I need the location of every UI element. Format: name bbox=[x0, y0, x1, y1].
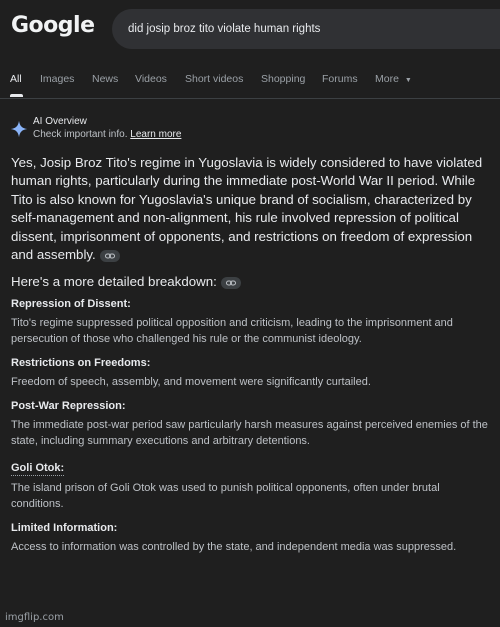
active-tab-indicator bbox=[10, 94, 23, 97]
section-title: Limited Information: bbox=[11, 522, 118, 535]
footer-bar bbox=[0, 604, 500, 627]
section-body: The island prison of Goli Otok was used … bbox=[11, 482, 440, 511]
ai-overview-note: Check important info. bbox=[33, 129, 128, 140]
intro-text: Yes, Josip Broz Tito's regime in Yugosla… bbox=[11, 155, 483, 263]
intro-paragraph: Yes, Josip Broz Tito's regime in Yugosla… bbox=[11, 154, 489, 264]
tabs-divider bbox=[0, 98, 500, 99]
search-box[interactable]: did josip broz tito violate human rights bbox=[112, 9, 500, 49]
source-link-chip[interactable] bbox=[220, 276, 241, 289]
link-icon bbox=[225, 280, 236, 286]
caret-down-icon: ▼ bbox=[404, 77, 412, 84]
section-body: Freedom of speech, assembly, and movemen… bbox=[11, 376, 371, 389]
tab-more-label: More bbox=[375, 73, 399, 85]
header: Google did josip broz tito violate human… bbox=[0, 0, 500, 60]
section-repression-of-dissent: Repression of Dissent: Tito's regime sup… bbox=[11, 297, 489, 347]
source-link-chip[interactable] bbox=[99, 249, 120, 262]
section-body: The immediate post-war period saw partic… bbox=[11, 419, 488, 448]
breakdown-heading: Here's a more detailed breakdown: bbox=[11, 273, 489, 291]
link-icon bbox=[104, 253, 115, 259]
ai-overview-subtitle: Check important info. Learn more bbox=[33, 129, 181, 140]
tab-short-videos[interactable]: Short videos bbox=[185, 73, 243, 85]
section-body: Tito's regime suppressed political oppos… bbox=[11, 317, 453, 346]
goli-otok-link[interactable]: Goli Otok: bbox=[11, 461, 65, 477]
tab-all[interactable]: All bbox=[10, 73, 22, 85]
section-goli-otok: Goli Otok: The island prison of Goli Oto… bbox=[11, 458, 489, 512]
search-input[interactable]: did josip broz tito violate human rights bbox=[128, 23, 320, 35]
sparkle-icon bbox=[10, 120, 28, 138]
tab-images[interactable]: Images bbox=[40, 73, 74, 85]
breakdown-text: Here's a more detailed breakdown: bbox=[11, 274, 217, 290]
tab-forums[interactable]: Forums bbox=[322, 73, 358, 85]
tab-news[interactable]: News bbox=[92, 73, 118, 85]
search-tabs: All Images News Videos Short videos Shop… bbox=[0, 70, 500, 98]
tab-shopping[interactable]: Shopping bbox=[261, 73, 305, 85]
ai-overview-title: AI Overview bbox=[33, 116, 87, 127]
section-body: Access to information was controlled by … bbox=[11, 541, 457, 554]
section-limited-information: Limited Information: Access to informati… bbox=[11, 521, 489, 555]
tab-more[interactable]: More ▼ bbox=[375, 73, 412, 85]
tab-videos[interactable]: Videos bbox=[135, 73, 167, 85]
section-title: Repression of Dissent: bbox=[11, 298, 131, 311]
ai-overview-content: Yes, Josip Broz Tito's regime in Yugosla… bbox=[11, 154, 489, 555]
breakdown-sections: Repression of Dissent: Tito's regime sup… bbox=[11, 297, 489, 555]
imgflip-watermark: imgflip.com bbox=[5, 612, 64, 623]
section-title: Post-War Repression: bbox=[11, 400, 126, 413]
google-logo[interactable]: Google bbox=[11, 13, 95, 38]
section-title: Restrictions on Freedoms: bbox=[11, 357, 151, 370]
section-restrictions-on-freedoms: Restrictions on Freedoms: Freedom of spe… bbox=[11, 356, 489, 390]
learn-more-link[interactable]: Learn more bbox=[130, 129, 181, 140]
section-post-war-repression: Post-War Repression: The immediate post-… bbox=[11, 399, 489, 449]
